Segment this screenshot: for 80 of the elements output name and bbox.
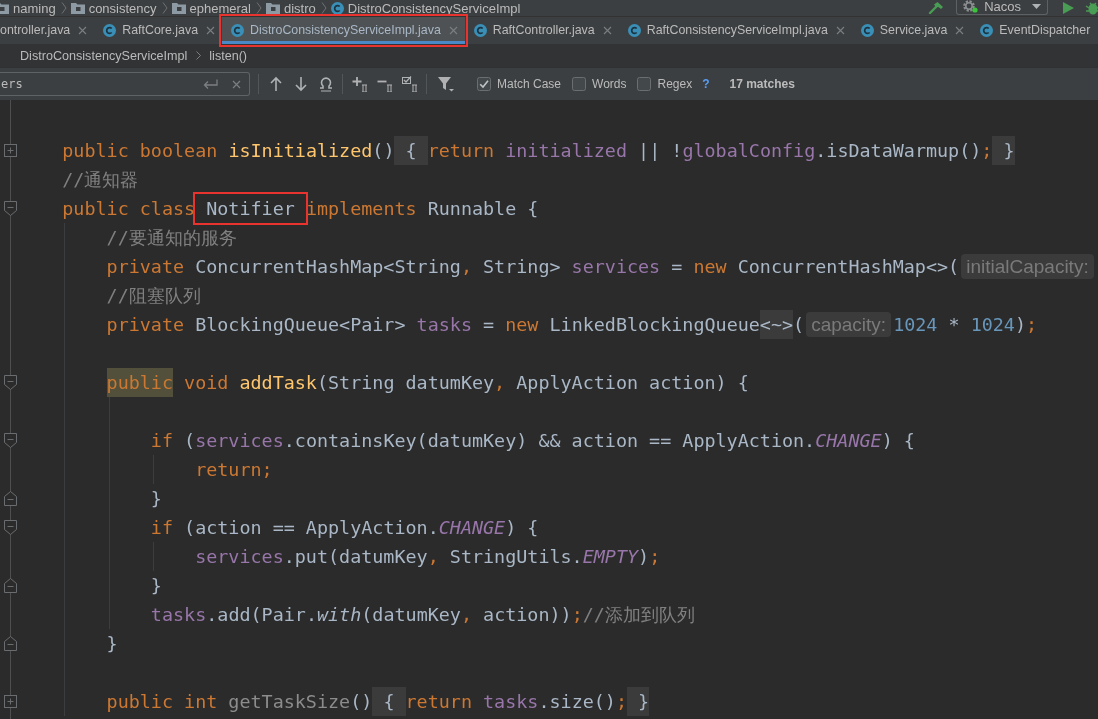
arrow-up-icon[interactable]	[268, 76, 284, 92]
play-icon[interactable]	[1063, 2, 1074, 14]
close-icon[interactable]	[232, 79, 241, 89]
code-text: if (services.containsKey(datumKey) && action == ApplyAction.CHANGE) {	[150, 429, 915, 453]
editor-tab[interactable]: ontroller.java	[0, 17, 95, 44]
class-icon	[330, 1, 344, 15]
code-text: }	[150, 574, 162, 598]
breadcrumb-item[interactable]: listen()	[209, 48, 248, 63]
code-text: public void addTask(String datumKey, ApplyAction action) {	[106, 368, 749, 397]
close-icon[interactable]	[206, 25, 216, 35]
editor-tab[interactable]: DistroConsistencyServiceImpl.java	[222, 17, 465, 44]
chevron-icon	[161, 2, 168, 14]
code-text: }	[106, 632, 118, 656]
checkbox-label[interactable]: Words	[592, 77, 627, 91]
arrow-down-icon[interactable]	[293, 76, 309, 92]
close-icon[interactable]	[955, 25, 965, 35]
plus-icon[interactable]	[352, 76, 368, 92]
code-text: private BlockingQueue<Pair> tasks = new LinkedBlockingQueue<~>(	[106, 310, 805, 339]
path-item[interactable]: DistroConsistencyServiceImpl	[330, 0, 521, 16]
editor-tab[interactable]: EventDispatcher	[971, 17, 1098, 44]
code-text: //要通知的服务	[106, 226, 237, 250]
enter-key-icon[interactable]	[202, 78, 218, 90]
editor-tab[interactable]: Service.java	[851, 17, 972, 44]
chevron-icon	[320, 2, 327, 14]
run-config-dropdown[interactable]: Nacos	[956, 0, 1048, 15]
help-link[interactable]: ?	[702, 77, 710, 91]
editor-tab[interactable]: RaftConsistencyServiceImpl.java	[618, 17, 852, 44]
code-text: public int getTaskSize() { return tasks.size(); }	[106, 687, 650, 716]
filter-icon[interactable]	[437, 76, 455, 92]
checkbox-label[interactable]: Regex	[657, 77, 693, 91]
close-icon[interactable]	[78, 25, 88, 35]
fold-marker-icon[interactable]	[4, 201, 17, 216]
framed-class-name: Notifier	[195, 194, 306, 223]
path-item[interactable]: distro	[266, 0, 316, 16]
match-count: 17 matches	[729, 77, 795, 91]
fold-marker-icon[interactable]	[4, 143, 17, 158]
editor-tab[interactable]: RaftCore.java	[94, 17, 223, 44]
checklist-icon[interactable]	[402, 76, 418, 92]
fold-marker-icon[interactable]	[4, 578, 17, 593]
checkbox[interactable]	[477, 77, 491, 91]
fold-marker-icon[interactable]	[4, 433, 17, 448]
close-icon[interactable]	[835, 25, 845, 35]
path-item[interactable]: naming	[0, 0, 56, 16]
code-text: implements Runnable {	[305, 197, 539, 221]
omega-icon[interactable]	[318, 76, 334, 92]
code-text: services.put(datumKey, StringUtils.EMPTY);	[195, 545, 661, 569]
chevron-icon	[256, 2, 262, 14]
code-text: tasks.add(Pair.with(datumKey, action));//添加到队列	[150, 603, 695, 627]
path-item[interactable]: consistency	[70, 0, 157, 16]
close-icon[interactable]	[448, 25, 458, 35]
code-text: 1024 * 1024);	[893, 313, 1038, 337]
code-text: if (action == ApplyAction.CHANGE) {	[150, 516, 539, 540]
close-icon[interactable]	[602, 25, 612, 35]
chevron-icon	[60, 2, 67, 14]
code-text: public class	[62, 197, 196, 221]
parameter-hint: capacity:	[806, 312, 892, 337]
path-item[interactable]: ephemeral	[171, 0, 251, 16]
fold-marker-icon[interactable]	[4, 636, 17, 651]
code-text: return;	[195, 458, 273, 482]
code-text: }	[150, 487, 162, 511]
fold-marker-icon[interactable]	[4, 694, 17, 709]
code-text: private ConcurrentHashMap<String, String> services = new ConcurrentHashMap<>(	[106, 255, 960, 279]
code-text: //通知器	[62, 168, 139, 192]
hammer-icon[interactable]	[928, 2, 945, 14]
bug-icon[interactable]	[1085, 1, 1098, 15]
checkbox[interactable]	[572, 77, 587, 91]
fold-marker-icon[interactable]	[4, 520, 17, 535]
parameter-hint: initialCapacity:	[961, 254, 1094, 279]
chevron-icon	[196, 51, 202, 60]
gear-icon	[963, 0, 979, 13]
code-text: //阻塞队列	[106, 284, 201, 308]
checkbox[interactable]	[637, 77, 652, 91]
code-text: public boolean isInitialized() { return initialized || !globalConfig.isDataWarmup(); }	[62, 136, 1015, 165]
breadcrumb-item[interactable]: DistroConsistencyServiceImpl	[20, 48, 188, 63]
fold-marker-icon[interactable]	[4, 375, 17, 390]
editor-tab[interactable]: RaftController.java	[464, 17, 619, 44]
caret-icon	[1032, 4, 1041, 9]
search-field[interactable]: ers	[0, 72, 250, 96]
fold-marker-icon[interactable]	[4, 491, 17, 506]
checkbox-label[interactable]: Match Case	[497, 77, 562, 91]
